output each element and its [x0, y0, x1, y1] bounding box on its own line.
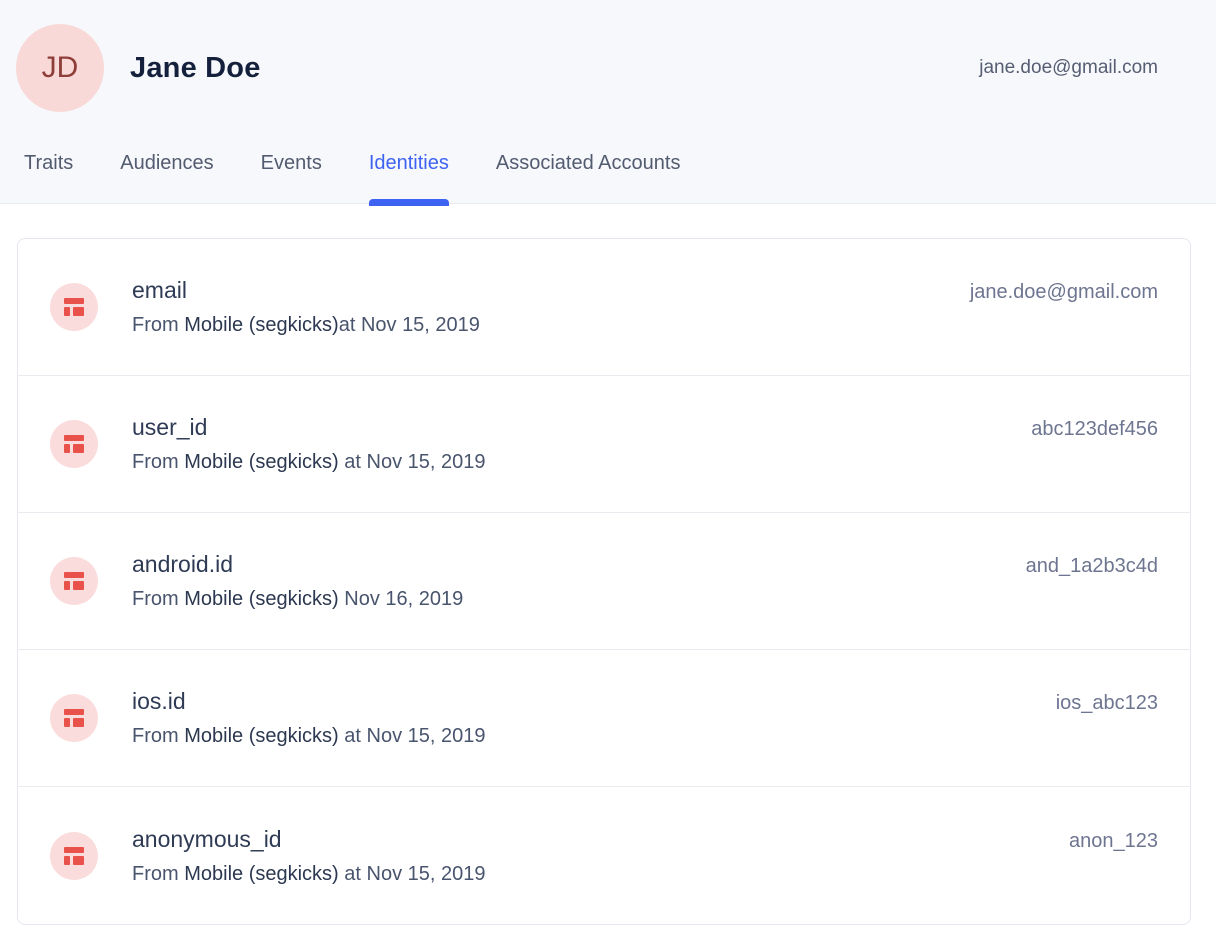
identity-name: user_id	[132, 411, 207, 443]
identities-content: email jane.doe@gmail.com From Mobile (se…	[0, 204, 1216, 925]
source-name: Mobile (segkicks)	[184, 314, 338, 336]
identity-name: android.id	[132, 548, 233, 580]
page-title: Jane Doe	[130, 52, 261, 85]
date-text: at Nov 15, 2019	[339, 451, 486, 473]
identity-icon	[50, 420, 98, 468]
identity-value: abc123def456	[1031, 413, 1158, 445]
tab-identities[interactable]: Identities	[369, 152, 449, 206]
tab-events[interactable]: Events	[261, 152, 322, 206]
identity-source-line: From Mobile (segkicks) at Nov 15, 2019	[132, 859, 1158, 889]
identity-source-line: From Mobile (segkicks) at Nov 15, 2019	[132, 447, 1158, 477]
tab-audiences[interactable]: Audiences	[120, 152, 213, 206]
identity-icon	[50, 557, 98, 605]
identity-row-anonymous-id: anonymous_id anon_123 From Mobile (segki…	[18, 787, 1190, 924]
identity-icon	[50, 832, 98, 880]
tab-traits[interactable]: Traits	[24, 152, 73, 206]
identities-card: email jane.doe@gmail.com From Mobile (se…	[17, 238, 1191, 925]
avatar: JD	[16, 24, 104, 112]
from-label: From	[132, 863, 184, 885]
identity-value: anon_123	[1069, 825, 1158, 857]
source-name: Mobile (segkicks)	[184, 451, 338, 473]
identity-name: email	[132, 274, 187, 306]
date-text: Nov 16, 2019	[339, 588, 464, 610]
date-text: at Nov 15, 2019	[339, 314, 480, 336]
layout-icon	[63, 570, 85, 592]
tab-bar: Traits Audiences Events Identities Assoc…	[0, 152, 1216, 206]
date-text: at Nov 15, 2019	[339, 863, 486, 885]
source-name: Mobile (segkicks)	[184, 588, 338, 610]
identity-value: ios_abc123	[1056, 687, 1158, 719]
identity-source-line: From Mobile (segkicks)at Nov 15, 2019	[132, 310, 1158, 340]
profile-header: JD Jane Doe jane.doe@gmail.com Traits Au…	[0, 0, 1216, 204]
from-label: From	[132, 588, 184, 610]
identity-row-ios-id: ios.id ios_abc123 From Mobile (segkicks)…	[18, 650, 1190, 787]
layout-icon	[63, 296, 85, 318]
identity-source-line: From Mobile (segkicks) Nov 16, 2019	[132, 584, 1158, 614]
identity-row-user-id: user_id abc123def456 From Mobile (segkic…	[18, 376, 1190, 513]
source-name: Mobile (segkicks)	[184, 863, 338, 885]
identity-value: jane.doe@gmail.com	[970, 276, 1158, 308]
identity-icon	[50, 283, 98, 331]
identity-source-line: From Mobile (segkicks) at Nov 15, 2019	[132, 721, 1158, 751]
identity-name: ios.id	[132, 685, 186, 717]
identity-icon	[50, 694, 98, 742]
identity-name: anonymous_id	[132, 823, 282, 855]
from-label: From	[132, 451, 184, 473]
identity-row-android-id: android.id and_1a2b3c4d From Mobile (seg…	[18, 513, 1190, 650]
from-label: From	[132, 725, 184, 747]
layout-icon	[63, 707, 85, 729]
date-text: at Nov 15, 2019	[339, 725, 486, 747]
identity-value: and_1a2b3c4d	[1026, 550, 1158, 582]
identity-row-email: email jane.doe@gmail.com From Mobile (se…	[18, 239, 1190, 376]
avatar-initials: JD	[42, 51, 79, 85]
tab-associated-accounts[interactable]: Associated Accounts	[496, 152, 681, 206]
profile-row: JD Jane Doe jane.doe@gmail.com	[0, 0, 1216, 112]
source-name: Mobile (segkicks)	[184, 725, 338, 747]
from-label: From	[132, 314, 184, 336]
layout-icon	[63, 845, 85, 867]
layout-icon	[63, 433, 85, 455]
profile-email: jane.doe@gmail.com	[979, 57, 1158, 79]
